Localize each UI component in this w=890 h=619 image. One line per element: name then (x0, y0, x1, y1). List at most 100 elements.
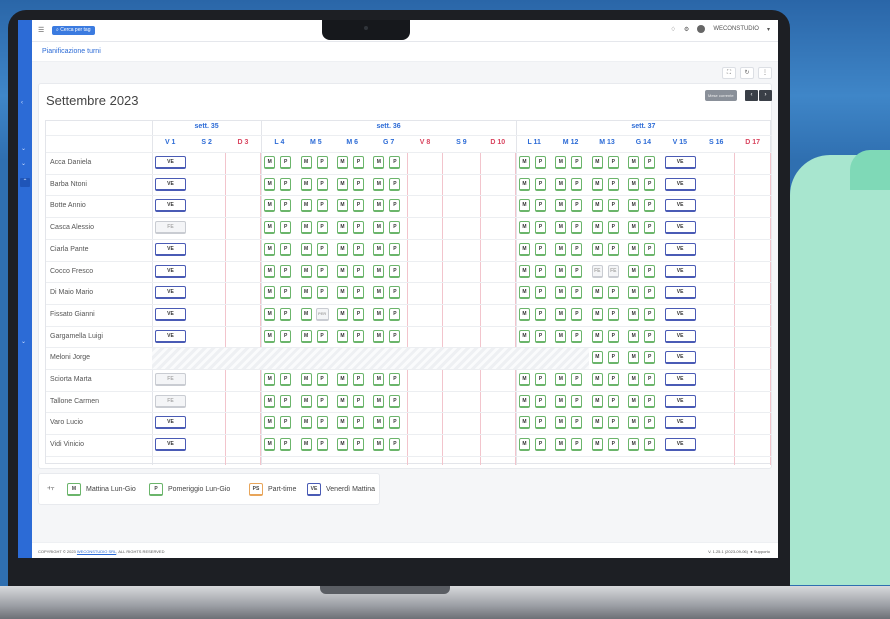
refresh-icon[interactable]: ↻ (740, 67, 754, 79)
shift-badge-ve[interactable]: VE (664, 416, 696, 430)
shift-badge-p[interactable]: P (316, 221, 328, 235)
shift-badge-p[interactable]: P (389, 329, 401, 343)
shift-badge-m[interactable]: M (373, 416, 385, 430)
shift-badge-p[interactable]: P (280, 199, 292, 213)
shift-badge-p[interactable]: P (571, 329, 583, 343)
shift-badge-ve[interactable]: VE (155, 286, 186, 300)
shift-badge-m[interactable]: M (519, 416, 530, 430)
shift-badge-p[interactable]: P (316, 264, 328, 278)
shift-badge-ve[interactable]: VE (664, 177, 696, 191)
shift-badge-p[interactable]: P (535, 307, 546, 321)
shift-badge-ve[interactable]: VE (664, 242, 696, 256)
shift-badge-m[interactable]: M (300, 438, 312, 452)
shift-badge-p[interactable]: P (607, 394, 619, 408)
shift-badge-m[interactable]: M (628, 373, 640, 386)
shift-badge-m[interactable]: M (264, 177, 276, 191)
chevron-up-icon[interactable]: ⌃ (20, 178, 30, 187)
shift-badge-m[interactable]: M (555, 438, 567, 452)
shift-badge-m[interactable]: M (628, 177, 640, 191)
shift-badge-m[interactable]: M (628, 394, 640, 408)
shift-badge-ve[interactable]: VE (155, 264, 186, 278)
shift-badge-p[interactable]: P (389, 286, 401, 300)
shift-badge-m[interactable]: M (519, 286, 530, 300)
shift-badge-p[interactable]: P (389, 307, 401, 321)
shift-badge-p[interactable]: P (571, 394, 583, 408)
shift-badge-p[interactable]: P (535, 416, 546, 430)
shift-badge-m[interactable]: M (337, 394, 348, 408)
shift-badge-m[interactable]: M (300, 221, 312, 235)
shift-badge-m[interactable]: M (300, 373, 312, 386)
shift-badge-p[interactable]: P (535, 438, 546, 452)
shift-badge-p[interactable]: P (316, 438, 328, 452)
shift-badge-m[interactable]: M (591, 156, 603, 169)
shift-badge-m[interactable]: M (628, 351, 640, 365)
shift-badge-p[interactable]: P (644, 286, 656, 300)
shift-badge-p[interactable]: P (571, 199, 583, 213)
shift-badge-p[interactable]: P (571, 221, 583, 235)
shift-badge-m[interactable]: M (555, 373, 567, 386)
current-month-button[interactable]: Mese corrente (705, 90, 737, 101)
shift-badge-ve[interactable]: VE (664, 199, 696, 213)
shift-badge-m[interactable]: M (519, 199, 530, 213)
shift-badge-p[interactable]: P (353, 438, 364, 452)
shift-badge-p[interactable]: P (571, 438, 583, 452)
shift-badge-p[interactable]: P (353, 199, 364, 213)
shift-badge-p[interactable]: P (535, 329, 546, 343)
shift-badge-p[interactable]: P (571, 286, 583, 300)
shift-badge-p[interactable]: P (644, 199, 656, 213)
shift-badge-m[interactable]: M (591, 416, 603, 430)
shift-badge-ve[interactable]: VE (155, 329, 186, 343)
shift-badge-m[interactable]: M (628, 438, 640, 452)
shift-badge-p[interactable]: P (316, 242, 328, 256)
shift-badge-ve[interactable]: VE (664, 307, 696, 321)
bell-icon[interactable]: ♢ (671, 26, 676, 33)
shift-badge-m[interactable]: M (300, 242, 312, 256)
avatar[interactable] (697, 25, 706, 33)
shift-badge-m[interactable]: M (519, 242, 530, 256)
shift-badge-p[interactable]: P (389, 373, 401, 386)
shift-badge-m[interactable]: M (555, 416, 567, 430)
shift-badge-m[interactable]: M (373, 156, 385, 169)
shift-badge-m[interactable]: M (555, 394, 567, 408)
chevron-down-icon[interactable]: ⌄ (21, 145, 26, 152)
chevron-down-icon[interactable]: ▾ (767, 26, 770, 33)
shift-badge-p[interactable]: P (353, 329, 364, 343)
shift-badge-m[interactable]: M (591, 394, 603, 408)
shift-badge-p[interactable]: P (316, 177, 328, 191)
shift-badge-m[interactable]: M (519, 307, 530, 321)
shift-badge-m[interactable]: M (519, 221, 530, 235)
shift-badge-m[interactable]: M (264, 373, 276, 386)
shift-badge-m[interactable]: M (337, 199, 348, 213)
shift-badge-p[interactable]: P (389, 416, 401, 430)
shift-badge-m[interactable]: M (591, 307, 603, 321)
shift-badge-m[interactable]: M (264, 156, 276, 169)
shift-badge-m[interactable]: M (519, 264, 530, 278)
more-icon[interactable]: ⋮ (758, 67, 772, 79)
shift-badge-p[interactable]: P (571, 177, 583, 191)
shift-badge-p[interactable]: P (644, 373, 656, 386)
shift-badge-p[interactable]: P (607, 373, 619, 386)
shift-badge-ve[interactable]: VE (155, 307, 186, 321)
shift-badge-p[interactable]: P (280, 438, 292, 452)
shift-badge-ve[interactable]: VE (155, 242, 186, 256)
shift-badge-m[interactable]: M (264, 199, 276, 213)
shift-badge-m[interactable]: M (591, 177, 603, 191)
shift-badge-p[interactable]: P (644, 156, 656, 169)
shift-badge-p[interactable]: P (644, 242, 656, 256)
shift-badge-p[interactable]: P (644, 416, 656, 430)
gear-icon[interactable]: ⚙ (684, 26, 689, 33)
shift-badge-p[interactable]: P (607, 329, 619, 343)
shift-badge-per[interactable]: PER (315, 307, 329, 321)
shift-badge-m[interactable]: M (373, 438, 385, 452)
shift-badge-p[interactable]: P (644, 264, 656, 278)
shift-badge-m[interactable]: M (555, 156, 567, 169)
shift-badge-p[interactable]: P (535, 156, 546, 169)
shift-badge-p[interactable]: P (353, 416, 364, 430)
shift-badge-m[interactable]: M (591, 373, 603, 386)
shift-badge-m[interactable]: M (373, 199, 385, 213)
shift-badge-m[interactable]: M (519, 373, 530, 386)
shift-badge-m[interactable]: M (591, 438, 603, 452)
shift-badge-p[interactable]: P (644, 394, 656, 408)
shift-badge-m[interactable]: M (300, 416, 312, 430)
shift-badge-p[interactable]: P (389, 156, 401, 169)
